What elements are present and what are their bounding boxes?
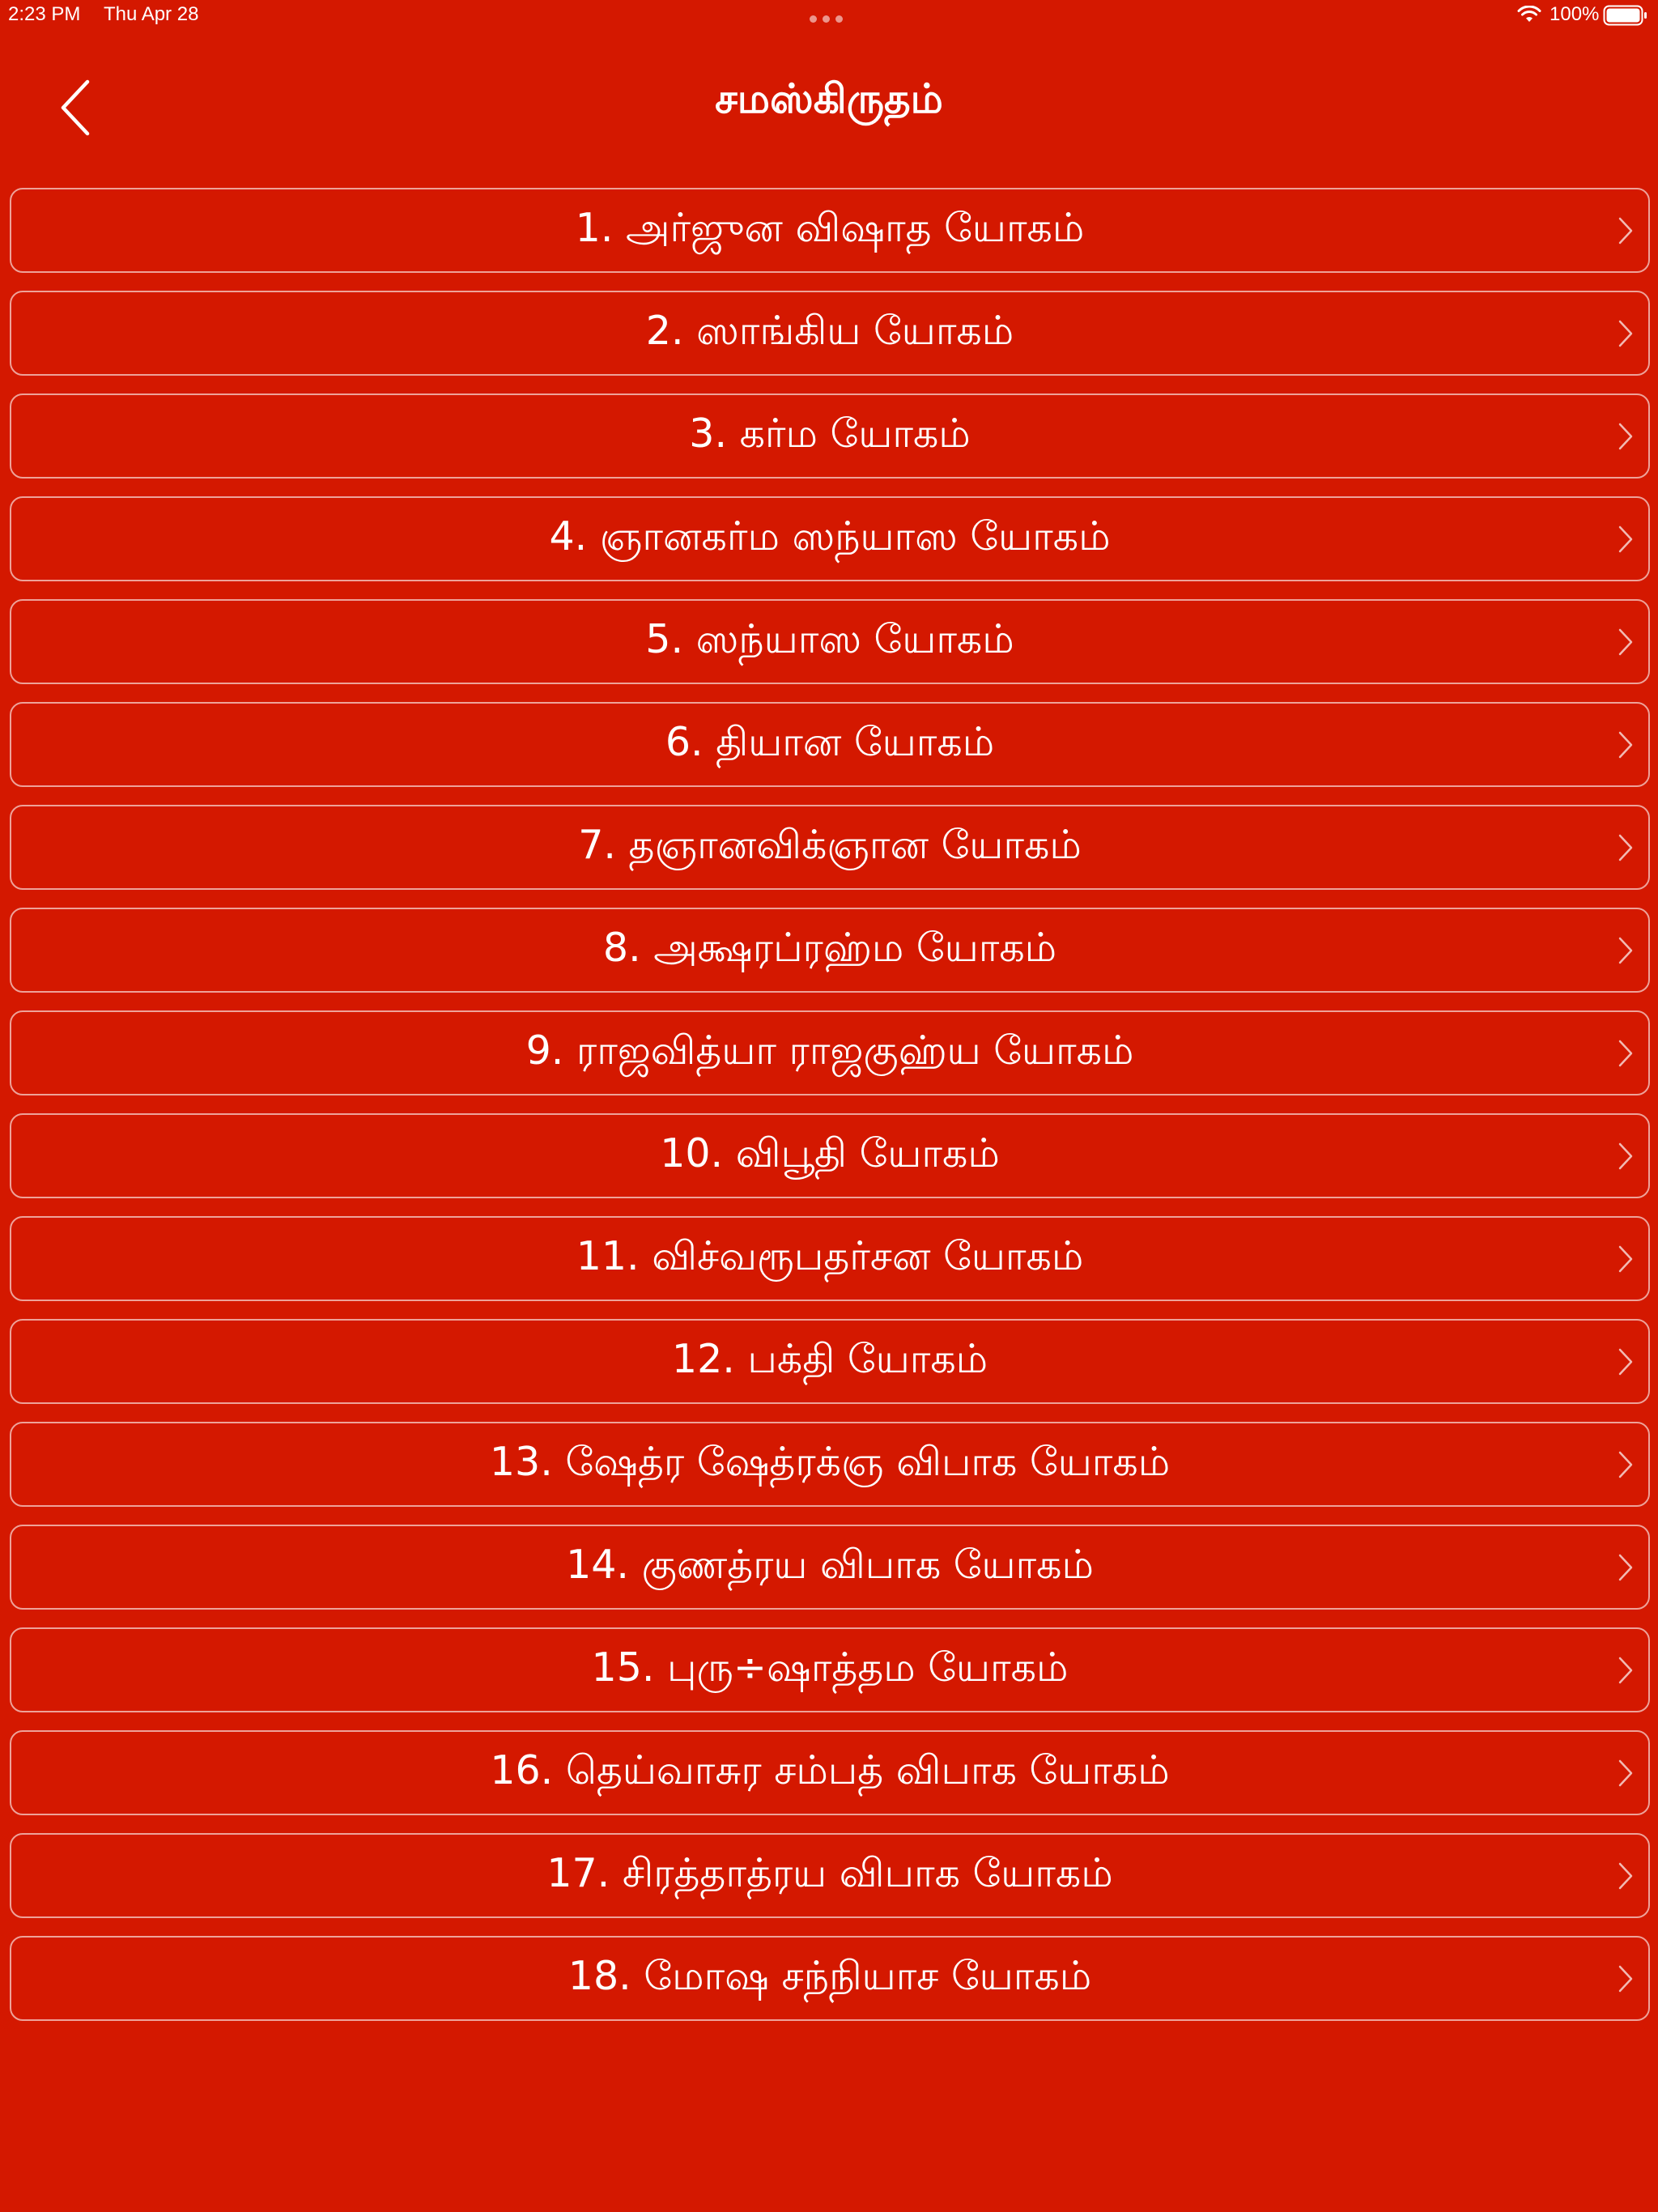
chapter-item-2[interactable]: 2. ஸாங்கிய யோகம் xyxy=(10,291,1650,376)
multitasking-dots-icon[interactable] xyxy=(810,15,843,23)
chevron-right-icon xyxy=(1618,1142,1633,1169)
chevron-right-icon xyxy=(1618,1862,1633,1889)
chevron-right-icon xyxy=(1618,1245,1633,1272)
chapter-label: 15. புரு÷ஷாத்தம யோகம் xyxy=(591,1644,1069,1691)
chevron-right-icon xyxy=(1618,1451,1633,1478)
chevron-right-icon xyxy=(1618,525,1633,552)
chapter-item-7[interactable]: 7. தஞானவிக்ஞான யோகம் xyxy=(10,805,1650,890)
chapter-item-6[interactable]: 6. தியான யோகம் xyxy=(10,702,1650,787)
chevron-right-icon xyxy=(1618,1759,1633,1786)
chapter-label: 16. தெய்வாசுர சம்பத் விபாக யோகம் xyxy=(490,1746,1170,1793)
status-bar: 2:23 PM Thu Apr 28 100% xyxy=(0,0,1658,32)
chapter-label: 6. தியான யோகம் xyxy=(665,718,995,765)
chapter-item-11[interactable]: 11. விச்வரூபதர்சன யோகம் xyxy=(10,1216,1650,1301)
chapter-item-10[interactable]: 10. விபூதி யோகம் xyxy=(10,1113,1650,1198)
chapter-item-15[interactable]: 15. புரு÷ஷாத்தம யோகம் xyxy=(10,1627,1650,1712)
status-time: 2:23 PM xyxy=(8,3,81,25)
chapter-label: 17. சிரத்தாத்ரய விபாக யோகம் xyxy=(546,1849,1113,1896)
chapter-item-4[interactable]: 4. ஞானகர்ம ஸந்யாஸ யோகம் xyxy=(10,496,1650,581)
chapter-label: 18. மோஷ சந்நியாச யோகம் xyxy=(568,1952,1092,1999)
chapter-label: 8. அக்ஷரப்ரஹ்ம யோகம் xyxy=(602,924,1057,971)
chapter-label: 7. தஞானவிக்ஞான யோகம் xyxy=(578,821,1082,868)
battery-percentage: 100% xyxy=(1550,3,1600,25)
chevron-right-icon xyxy=(1618,731,1633,758)
chapter-item-18[interactable]: 18. மோஷ சந்நியாச யோகம் xyxy=(10,1936,1650,2021)
chapter-label: 12. பக்தி யோகம் xyxy=(671,1335,988,1382)
status-date: Thu Apr 28 xyxy=(104,3,199,25)
chapter-item-3[interactable]: 3. கர்ம யோகம் xyxy=(10,393,1650,479)
chevron-right-icon xyxy=(1618,217,1633,244)
chevron-right-icon xyxy=(1618,937,1633,963)
chapter-label: 11. விச்வரூபதர்சன யோகம் xyxy=(576,1232,1084,1279)
chevron-right-icon xyxy=(1618,1657,1633,1683)
chapter-label: 13. ஷேத்ர ஷேத்ரக்ஞ விபாக யோகம் xyxy=(489,1438,1171,1485)
chapter-label: 5. ஸந்யாஸ யோகம் xyxy=(645,615,1014,662)
chapter-item-1[interactable]: 1. அர்ஜுன விஷாத யோகம் xyxy=(10,188,1650,273)
chapter-label: 4. ஞானகர்ம ஸந்யாஸ யோகம் xyxy=(549,513,1111,559)
chapter-item-16[interactable]: 16. தெய்வாசுர சம்பத் விபாக யோகம் xyxy=(10,1730,1650,1815)
chevron-right-icon xyxy=(1618,1040,1633,1066)
chapter-item-8[interactable]: 8. அக்ஷரப்ரஹ்ம யோகம் xyxy=(10,908,1650,993)
chevron-right-icon xyxy=(1618,1348,1633,1375)
chapter-item-5[interactable]: 5. ஸந்யாஸ யோகம் xyxy=(10,599,1650,684)
wifi-icon xyxy=(1517,6,1541,22)
chapter-item-14[interactable]: 14. குணத்ரய விபாக யோகம் xyxy=(10,1525,1650,1610)
chapter-item-12[interactable]: 12. பக்தி யோகம் xyxy=(10,1319,1650,1404)
chevron-right-icon xyxy=(1618,1965,1633,1992)
chevron-right-icon xyxy=(1618,834,1633,861)
chevron-right-icon xyxy=(1618,320,1633,347)
chapter-item-17[interactable]: 17. சிரத்தாத்ரய விபாக யோகம் xyxy=(10,1833,1650,1918)
chapter-label: 3. கர்ம யோகம் xyxy=(689,410,971,457)
chapter-label: 1. அர்ஜுன விஷாத யோகம் xyxy=(575,204,1085,251)
chevron-right-icon xyxy=(1618,423,1633,449)
chapter-label: 14. குணத்ரய விபாக யோகம் xyxy=(566,1541,1094,1588)
chevron-right-icon xyxy=(1618,1554,1633,1580)
chapter-label: 2. ஸாங்கிய யோகம் xyxy=(645,307,1014,354)
chapter-item-9[interactable]: 9. ராஜவித்யா ராஜகுஹ்ய யோகம் xyxy=(10,1010,1650,1095)
chapter-label: 10. விபூதி யோகம் xyxy=(660,1129,1000,1176)
chapter-item-13[interactable]: 13. ஷேத்ர ஷேத்ரக்ஞ விபாக யோகம் xyxy=(10,1422,1650,1507)
chapter-list: 1. அர்ஜுன விஷாத யோகம் 2. ஸாங்கிய யோகம் 3… xyxy=(10,188,1650,2039)
battery-icon xyxy=(1603,5,1647,26)
chapter-label: 9. ராஜவித்யா ராஜகுஹ்ய யோகம் xyxy=(525,1027,1134,1074)
page-title: சமஸ்கிருதம் xyxy=(715,74,943,122)
chevron-right-icon xyxy=(1618,628,1633,655)
